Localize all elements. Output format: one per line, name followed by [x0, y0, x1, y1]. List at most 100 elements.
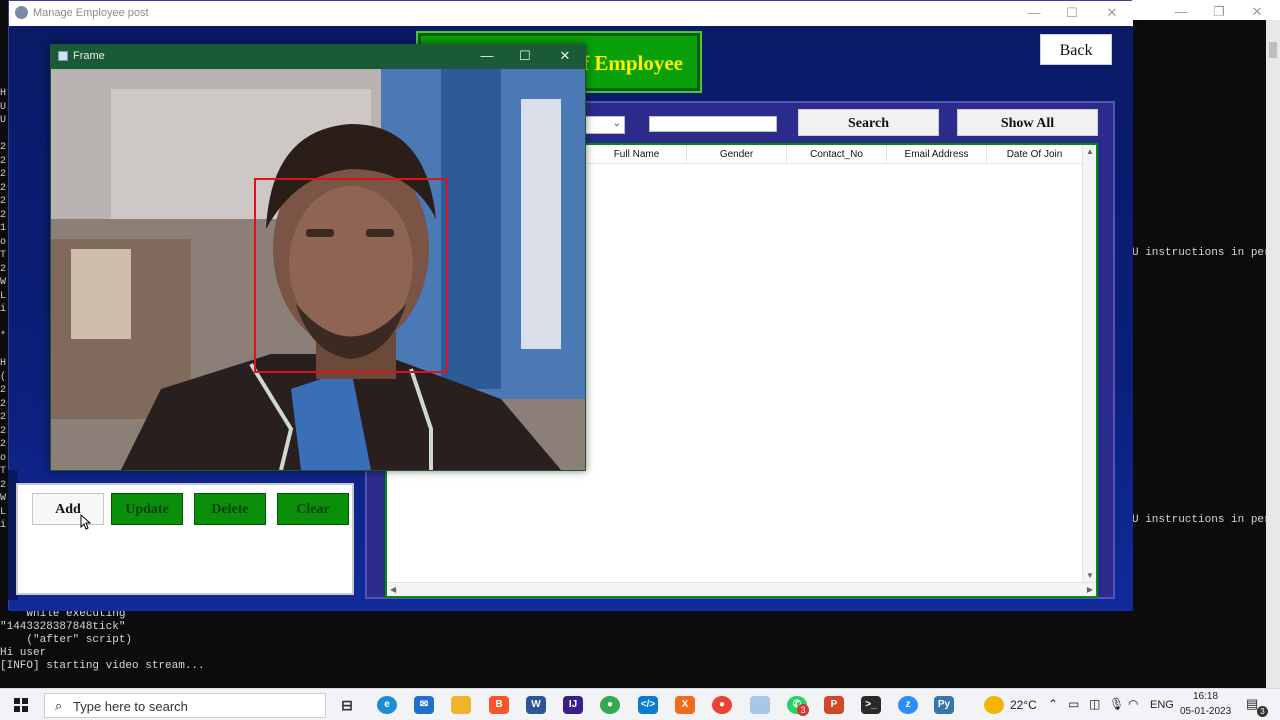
terminal-edge-char: i — [0, 520, 7, 531]
camera-video-feed — [51, 69, 585, 470]
vscode-icon[interactable]: </> — [638, 696, 658, 714]
terminal-line: [INFO] starting video stream... — [0, 660, 205, 672]
delete-button[interactable]: Delete — [194, 493, 266, 525]
taskbar-search[interactable]: ⌕ Type here to search — [44, 693, 326, 718]
scroll-right-icon[interactable]: ▶ — [1087, 585, 1093, 594]
terminal-edge-char: 2 — [0, 412, 7, 423]
clock-time[interactable]: 16:18 — [1193, 691, 1218, 702]
search-button[interactable]: Search — [798, 109, 939, 136]
terminal-edge-char: L — [0, 506, 7, 518]
terminal-scrollbar[interactable] — [1266, 20, 1280, 688]
camera-window-title: Frame — [73, 50, 105, 62]
search-icon: ⌕ — [55, 698, 63, 713]
clock-date[interactable]: 05-01-2023 — [1180, 706, 1231, 717]
close-icon[interactable]: ✕ — [1238, 3, 1276, 21]
terminal-edge-char: 2 — [0, 439, 7, 450]
terminal-line: "1443328387848tick" — [0, 621, 126, 633]
page-title: f Employee — [582, 51, 683, 75]
terminal-line: ("after" script) — [0, 634, 133, 646]
restore-icon[interactable]: ❐ — [1200, 3, 1238, 21]
terminal-edge-char: * — [0, 331, 7, 342]
close-icon[interactable]: ✕ — [546, 47, 584, 65]
edge-icon[interactable]: e — [377, 696, 397, 714]
maximize-icon[interactable]: ☐ — [506, 47, 544, 65]
terminal-edge-char: L — [0, 290, 7, 302]
taskbar: ⌕ Type here to search ⊟ e ✉ B W IJ ● </>… — [0, 688, 1280, 720]
terminal-edge-char: W — [0, 277, 7, 288]
terminal-edge-char: 2 — [0, 479, 7, 491]
add-button[interactable]: Add — [32, 493, 104, 525]
update-button[interactable]: Update — [111, 493, 183, 525]
zoom-icon[interactable]: z — [898, 696, 918, 714]
chrome-profile-icon[interactable]: ● — [712, 696, 732, 714]
main-titlebar[interactable]: Manage Employee post — ☐ ✕ — [9, 1, 1133, 26]
terminal-edge-char: U — [0, 115, 7, 126]
terminal-edge-char: o — [0, 236, 7, 248]
scrollbar-thumb[interactable] — [1269, 42, 1277, 58]
xampp-icon[interactable]: X — [675, 696, 695, 714]
face-detection-box — [254, 178, 448, 373]
mouse-cursor-icon — [80, 514, 92, 530]
language-indicator[interactable]: ENG — [1150, 699, 1174, 711]
minimize-icon[interactable]: — — [1015, 4, 1053, 22]
terminal-titlebar[interactable]: — ❐ ✕ — [1132, 0, 1280, 20]
microphone-icon[interactable]: 🎙 — [1109, 697, 1124, 711]
table-vertical-scrollbar[interactable]: ▲ ▼ — [1082, 145, 1096, 582]
windows-start-icon[interactable] — [14, 698, 28, 712]
terminal-edge-char: o — [0, 452, 7, 464]
table-horizontal-scrollbar[interactable]: ◀ ▶ — [387, 582, 1096, 596]
terminal-edge-char: W — [0, 493, 7, 504]
chevron-down-icon: ⌄ — [612, 118, 621, 129]
column-header-date-of-join[interactable]: Date Of Join — [987, 145, 1082, 164]
column-header-contact[interactable]: Contact_No — [787, 145, 887, 164]
wifi-icon[interactable]: ◠ — [1128, 697, 1138, 711]
mail-icon[interactable]: ✉ — [414, 696, 434, 714]
show-all-button[interactable]: Show All — [957, 109, 1098, 136]
intellij-icon[interactable]: IJ — [563, 696, 583, 714]
window-icon — [58, 51, 68, 61]
minimize-icon[interactable]: — — [468, 47, 506, 65]
clear-button[interactable]: Clear — [277, 493, 349, 525]
file-explorer-icon[interactable] — [451, 696, 471, 714]
notepad-icon[interactable] — [750, 696, 770, 714]
minimize-icon[interactable]: — — [1162, 3, 1200, 21]
terminal-icon[interactable]: >_ — [861, 696, 881, 714]
scroll-down-icon[interactable]: ▼ — [1086, 571, 1094, 580]
terminal-edge-char: 2 — [0, 169, 7, 180]
scroll-up-icon[interactable]: ▲ — [1086, 147, 1094, 156]
maximize-icon[interactable]: ☐ — [1053, 4, 1091, 22]
terminal-edge-char: 2 — [0, 142, 7, 153]
column-header-email[interactable]: Email Address — [887, 145, 987, 164]
weather-icon[interactable] — [984, 696, 1004, 714]
search-input[interactable] — [649, 116, 777, 132]
camera-frame-window: Frame — ☐ ✕ — [50, 44, 586, 471]
terminal-edge-char: T — [0, 250, 7, 261]
weather-temperature[interactable]: 22°C — [1010, 698, 1037, 712]
camera-titlebar[interactable]: Frame — ☐ ✕ — [50, 44, 586, 69]
column-header-gender[interactable]: Gender — [687, 145, 787, 164]
task-view-icon[interactable]: ⊟ — [337, 696, 357, 714]
terminal-edge-char: H — [0, 88, 7, 99]
notification-count: 3 — [1257, 706, 1268, 717]
battery-icon[interactable]: ▭ — [1068, 697, 1079, 711]
python-icon[interactable]: Py — [934, 696, 954, 714]
brave-icon[interactable]: B — [489, 696, 509, 714]
terminal-edge-char: 2 — [0, 263, 7, 275]
column-header-full-name[interactable]: Full Name — [587, 145, 687, 164]
word-icon[interactable]: W — [526, 696, 546, 714]
chevron-up-icon[interactable]: ⌃ — [1048, 697, 1058, 711]
user-icon — [15, 6, 28, 19]
close-icon[interactable]: ✕ — [1093, 4, 1131, 22]
terminal-edge-char: 2 — [0, 398, 7, 410]
back-button[interactable]: Back — [1040, 34, 1112, 65]
terminal-message: U instructions in perf — [1132, 514, 1278, 526]
terminal-line: Hi user — [0, 647, 47, 659]
terminal-edge-char: U — [0, 101, 7, 113]
scroll-left-icon[interactable]: ◀ — [390, 585, 396, 594]
terminal-edge-char: 2 — [0, 155, 7, 167]
window-title: Manage Employee post — [33, 7, 149, 19]
network-icon[interactable]: ◫ — [1089, 697, 1100, 711]
terminal-edge-char: 2 — [0, 425, 7, 437]
powerpoint-icon[interactable]: P — [824, 696, 844, 714]
chrome-icon[interactable]: ● — [600, 696, 620, 714]
